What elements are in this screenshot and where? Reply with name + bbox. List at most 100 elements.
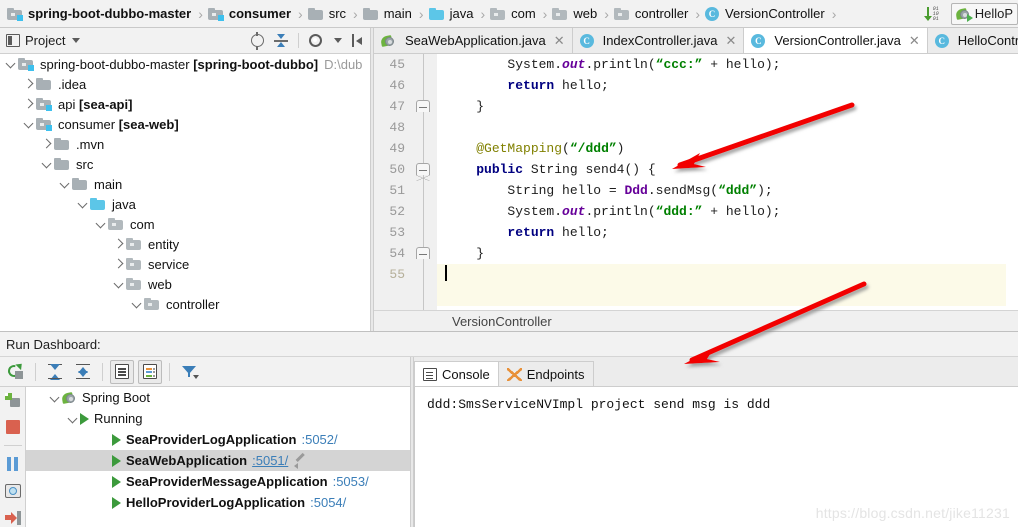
rd-item-port[interactable]: :5052/ bbox=[301, 432, 337, 447]
project-tree[interactable]: spring-boot-dubbo-master [spring-boot-du… bbox=[0, 54, 370, 331]
rd-item-seaprovidermessageapplication[interactable]: SeaProviderMessageApplication :5053/ bbox=[26, 471, 410, 492]
run-dashboard-tree[interactable]: Spring Boot Running SeaProviderLogApplic… bbox=[26, 387, 410, 527]
tab-endpoints[interactable]: Endpoints bbox=[497, 361, 594, 386]
expand-all-button[interactable] bbox=[43, 360, 67, 384]
scroll-from-source-icon[interactable] bbox=[251, 32, 264, 50]
editor-gutter[interactable]: 45 46 47 48 49 50 51 52 53 54 55 bbox=[374, 54, 409, 310]
tree-item-label: spring-boot-dubbo-master [spring-boot-du… bbox=[40, 56, 319, 72]
breadcrumb-item-controller[interactable]: controller bbox=[613, 0, 691, 27]
rd-item-label: Spring Boot bbox=[82, 390, 150, 405]
show-output-button[interactable] bbox=[138, 359, 162, 384]
tree-item-idea[interactable]: .idea bbox=[0, 74, 370, 94]
gear-chevron-down-icon[interactable] bbox=[334, 38, 342, 43]
code-line-54: } bbox=[445, 246, 485, 261]
editor-tab-versioncontroller[interactable]: C VersionController.java ✕ bbox=[744, 28, 928, 53]
chevron-expanded-icon[interactable] bbox=[130, 294, 144, 314]
fold-marker-end[interactable] bbox=[416, 247, 430, 259]
chevron-expanded-icon[interactable] bbox=[4, 54, 18, 74]
breadcrumb-item-src[interactable]: src bbox=[307, 0, 349, 27]
rd-item-port[interactable]: :5051/ bbox=[252, 453, 288, 468]
code-editor[interactable]: 45 46 47 48 49 50 51 52 53 54 55 System.… bbox=[374, 54, 1018, 310]
collapse-all-button[interactable] bbox=[71, 360, 95, 384]
editor-tab-hellocontroller[interactable]: C HelloController. bbox=[927, 28, 1018, 53]
show-console-button[interactable] bbox=[110, 359, 134, 384]
gear-icon[interactable] bbox=[309, 34, 322, 47]
tree-item-java[interactable]: java bbox=[0, 194, 370, 214]
tree-item-entity[interactable]: entity bbox=[0, 234, 370, 254]
rd-item-seawebapplication[interactable]: SeaWebApplication :5051/ bbox=[26, 450, 410, 471]
hide-panel-icon[interactable] bbox=[352, 34, 364, 47]
filter-button[interactable] bbox=[177, 360, 201, 384]
tree-item-consumer[interactable]: consumer [sea-web] bbox=[0, 114, 370, 134]
chevron-collapsed-icon[interactable] bbox=[22, 74, 36, 94]
run-triangle-icon bbox=[112, 496, 121, 509]
threads-button[interactable] bbox=[3, 391, 23, 410]
rd-item-port[interactable]: :5053/ bbox=[333, 474, 369, 489]
breadcrumb-item-main[interactable]: main bbox=[362, 0, 415, 27]
run-triangle-icon bbox=[112, 475, 121, 488]
editor-tab-seawebapplication[interactable]: SeaWebApplication.java ✕ bbox=[374, 28, 573, 53]
breadcrumb-item-web[interactable]: web bbox=[551, 0, 600, 27]
endpoints-icon bbox=[506, 367, 522, 381]
edit-pencil-icon[interactable] bbox=[294, 452, 306, 469]
rd-item-helloproviderlogapplication[interactable]: HelloProviderLogApplication :5054/ bbox=[26, 492, 410, 513]
rd-item-running[interactable]: Running bbox=[26, 408, 410, 429]
editor-tab-indexcontroller[interactable]: C IndexController.java ✕ bbox=[572, 28, 745, 53]
fold-marker-end[interactable] bbox=[416, 100, 430, 112]
rerun-button[interactable] bbox=[4, 360, 28, 384]
chevron-expanded-icon[interactable] bbox=[58, 174, 72, 194]
editor-tab-label: VersionController.java bbox=[774, 33, 901, 48]
tree-item-service[interactable]: service bbox=[0, 254, 370, 274]
rd-item-seaproviderlogapplication[interactable]: SeaProviderLogApplication :5052/ bbox=[26, 429, 410, 450]
close-icon[interactable]: ✕ bbox=[909, 34, 920, 47]
pause-icon bbox=[6, 457, 20, 472]
breadcrumb-item-consumer[interactable]: consumer bbox=[207, 0, 294, 27]
chevron-expanded-icon[interactable] bbox=[40, 154, 54, 174]
breadcrumb-item-project[interactable]: spring-boot-dubbo-master bbox=[6, 0, 194, 27]
package-icon bbox=[144, 298, 159, 310]
collapse-all-icon[interactable] bbox=[274, 34, 288, 47]
pause-button[interactable] bbox=[3, 455, 23, 474]
package-icon bbox=[490, 7, 506, 20]
breadcrumb-item-com[interactable]: com bbox=[489, 0, 539, 27]
tree-item-src[interactable]: src bbox=[0, 154, 370, 174]
editor-breadcrumb[interactable]: VersionController bbox=[374, 310, 1018, 331]
tab-console[interactable]: Console bbox=[414, 361, 499, 386]
rd-item-spring-boot[interactable]: Spring Boot bbox=[26, 387, 410, 408]
chevron-expanded-icon[interactable] bbox=[112, 274, 126, 294]
chevron-expanded-icon[interactable] bbox=[94, 214, 108, 234]
chevron-expanded-icon[interactable] bbox=[48, 388, 62, 408]
project-window-icon bbox=[6, 34, 20, 47]
close-icon[interactable]: ✕ bbox=[726, 34, 737, 47]
soft-exit-button[interactable] bbox=[3, 508, 23, 527]
fold-marker-start[interactable] bbox=[416, 163, 430, 181]
chevron-expanded-icon[interactable] bbox=[76, 194, 90, 214]
console-tab-label: Console bbox=[442, 366, 490, 382]
chevron-collapsed-icon[interactable] bbox=[112, 254, 126, 274]
close-icon[interactable]: ✕ bbox=[554, 34, 565, 47]
chevron-collapsed-icon[interactable] bbox=[112, 234, 126, 254]
editor-scrollbar[interactable] bbox=[1006, 54, 1018, 310]
tree-item-spring-boot-dubbo-master[interactable]: spring-boot-dubbo-master [spring-boot-du… bbox=[0, 54, 370, 74]
tree-item-controller[interactable]: controller bbox=[0, 294, 370, 314]
tree-item-com[interactable]: com bbox=[0, 214, 370, 234]
editor-fold-column[interactable] bbox=[409, 54, 437, 310]
chevron-down-icon[interactable] bbox=[72, 38, 81, 43]
download-sources-icon[interactable]: 01 10 01 bbox=[923, 6, 947, 22]
chevron-collapsed-icon[interactable] bbox=[22, 94, 36, 114]
breadcrumb-label: com bbox=[511, 6, 536, 21]
thread-dump-button[interactable] bbox=[3, 482, 23, 501]
tree-item-main[interactable]: main bbox=[0, 174, 370, 194]
breadcrumb-item-class[interactable]: C VersionController bbox=[704, 0, 828, 27]
tree-item-mvn[interactable]: .mvn bbox=[0, 134, 370, 154]
run-configuration-selector[interactable]: HelloP bbox=[950, 2, 1018, 25]
stop-button[interactable] bbox=[3, 418, 23, 437]
chevron-collapsed-icon[interactable] bbox=[40, 134, 54, 154]
breadcrumb-item-java[interactable]: java bbox=[428, 0, 477, 27]
chevron-expanded-icon[interactable] bbox=[22, 114, 36, 134]
chevron-expanded-icon[interactable] bbox=[66, 409, 80, 429]
tree-item-api[interactable]: api [sea-api] bbox=[0, 94, 370, 114]
rd-item-port[interactable]: :5054/ bbox=[310, 495, 346, 510]
tree-item-web[interactable]: web bbox=[0, 274, 370, 294]
editor-code-area[interactable]: System.out.println(“ccc:” + hello); retu… bbox=[437, 54, 1018, 310]
